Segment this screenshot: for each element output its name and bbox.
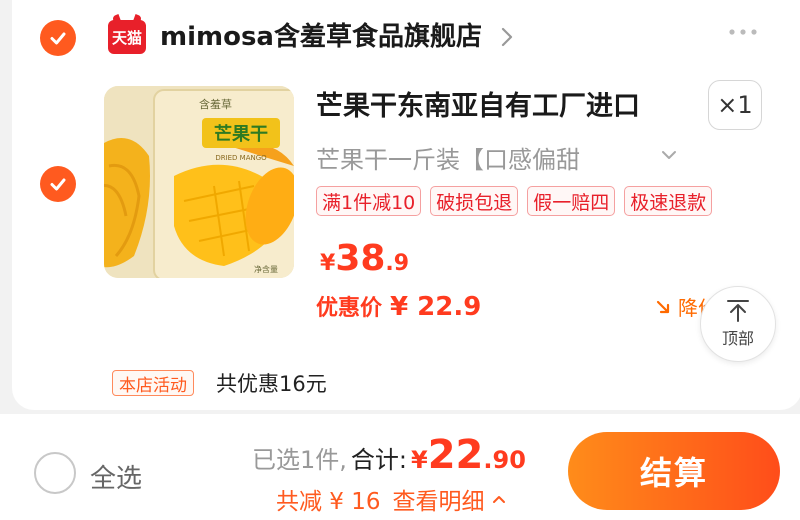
promo-price-value: ¥ 22.9 xyxy=(390,292,482,322)
promo-tag: 满1件减10 xyxy=(316,186,422,216)
price-integer: 38 xyxy=(335,238,386,279)
currency-symbol: ¥ xyxy=(411,446,428,474)
view-detail-link[interactable]: 查看明细 xyxy=(393,482,485,516)
select-all-label[interactable]: 全选 xyxy=(90,458,142,495)
store-activity-badge: 本店活动 xyxy=(112,370,194,396)
store-checkbox[interactable] xyxy=(40,20,76,56)
store-name[interactable]: mimosa含羞草食品旗舰店 xyxy=(160,16,482,53)
variant-selector[interactable]: 芒果干一斤装【口感偏甜 xyxy=(316,140,686,174)
currency-symbol: ¥ xyxy=(320,251,336,276)
item-price: ¥38.9 xyxy=(320,238,409,279)
chevron-down-icon[interactable] xyxy=(660,148,678,162)
total-integer: 22 xyxy=(427,432,484,478)
checkmark-icon xyxy=(50,32,66,45)
chevron-right-icon[interactable] xyxy=(498,26,516,48)
chevron-up-icon xyxy=(492,496,505,503)
product-image[interactable]: 芒果干 DRIED MANGO 含羞草 净含量 xyxy=(104,86,294,278)
promo-price: 优惠价 ¥ 22.9 xyxy=(316,290,481,322)
store-activity-text[interactable]: 共优惠16元 xyxy=(216,368,327,398)
more-icon[interactable] xyxy=(726,22,760,42)
svg-text:含羞草: 含羞草 xyxy=(199,97,232,111)
cart-footer: 全选 已选1件, 合计: ¥22.90 共减 ¥ 16 查看明细 结算 xyxy=(0,414,800,520)
cart-summary: 已选1件, 合计: ¥22.90 xyxy=(252,432,526,478)
tmall-logo: 天猫 xyxy=(108,20,146,54)
svg-text:净含量: 净含量 xyxy=(254,264,278,274)
total-decimal: .90 xyxy=(483,446,526,474)
service-tag: 破损包退 xyxy=(430,186,519,216)
svg-text:DRIED MANGO: DRIED MANGO xyxy=(215,154,267,162)
total-label: 合计: xyxy=(350,446,407,474)
svg-text:芒果干: 芒果干 xyxy=(214,123,268,145)
service-tag: 假一赔四 xyxy=(527,186,616,216)
product-title[interactable]: 芒果干东南亚自有工厂进口 xyxy=(316,84,640,123)
select-all-checkbox[interactable] xyxy=(34,452,76,494)
quantity-badge[interactable]: ×1 xyxy=(708,80,762,130)
service-tags: 满1件减10 破损包退 假一赔四 极速退款 xyxy=(316,186,713,216)
discount-summary[interactable]: 共减 ¥ 16 查看明细 xyxy=(276,482,507,516)
arrow-up-icon xyxy=(727,300,749,322)
selected-count: 已选1件, xyxy=(252,446,347,474)
item-checkbox[interactable] xyxy=(40,166,76,202)
back-to-top-button[interactable]: 顶部 xyxy=(700,286,776,362)
service-tag: 极速退款 xyxy=(624,186,713,216)
dried-mango-package-image: 芒果干 DRIED MANGO 含羞草 净含量 xyxy=(104,86,294,278)
promo-price-label: 优惠价 xyxy=(316,296,383,321)
checkout-button[interactable]: 结算 xyxy=(568,432,780,510)
checkmark-icon xyxy=(50,178,66,191)
discount-amount: 共减 ¥ 16 xyxy=(276,489,381,515)
price-decimal: .9 xyxy=(385,251,410,276)
arrow-down-right-icon xyxy=(656,300,670,313)
back-to-top-label: 顶部 xyxy=(721,329,754,348)
